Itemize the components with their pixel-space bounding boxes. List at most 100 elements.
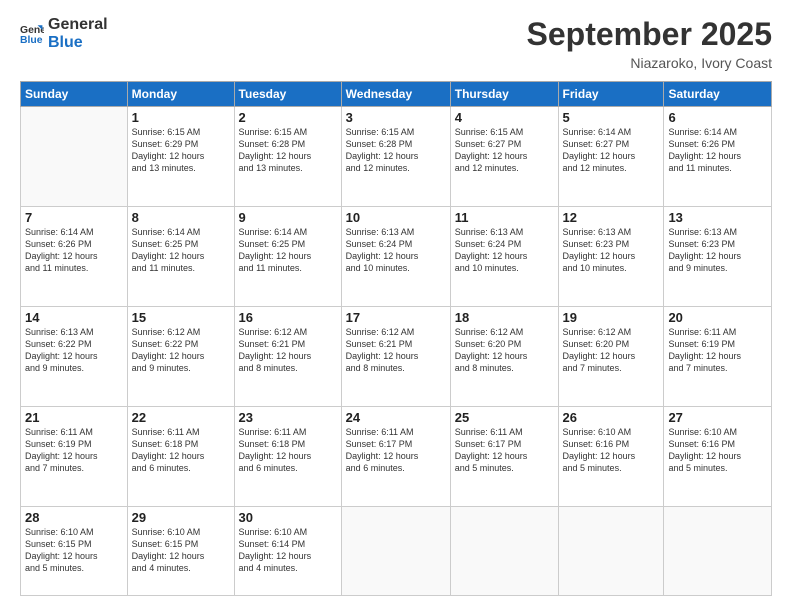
weekday-header-saturday: Saturday [664, 82, 772, 107]
cell-day-number: 8 [132, 210, 230, 225]
cell-info: Sunrise: 6:12 AMSunset: 6:21 PMDaylight:… [346, 326, 446, 375]
cell-info: Sunrise: 6:12 AMSunset: 6:21 PMDaylight:… [239, 326, 337, 375]
calendar-cell: 17Sunrise: 6:12 AMSunset: 6:21 PMDayligh… [341, 306, 450, 406]
cell-day-number: 24 [346, 410, 446, 425]
calendar-cell: 16Sunrise: 6:12 AMSunset: 6:21 PMDayligh… [234, 306, 341, 406]
header: General Blue General Blue September 2025… [20, 16, 772, 71]
cell-day-number: 17 [346, 310, 446, 325]
calendar-cell: 6Sunrise: 6:14 AMSunset: 6:26 PMDaylight… [664, 107, 772, 207]
calendar-table: SundayMondayTuesdayWednesdayThursdayFrid… [20, 81, 772, 596]
cell-info: Sunrise: 6:11 AMSunset: 6:18 PMDaylight:… [239, 426, 337, 475]
cell-info: Sunrise: 6:13 AMSunset: 6:23 PMDaylight:… [563, 226, 660, 275]
cell-info: Sunrise: 6:11 AMSunset: 6:17 PMDaylight:… [455, 426, 554, 475]
cell-info: Sunrise: 6:10 AMSunset: 6:15 PMDaylight:… [25, 526, 123, 575]
cell-day-number: 25 [455, 410, 554, 425]
calendar-cell: 3Sunrise: 6:15 AMSunset: 6:28 PMDaylight… [341, 107, 450, 207]
calendar-cell [341, 506, 450, 595]
calendar-week-row: 14Sunrise: 6:13 AMSunset: 6:22 PMDayligh… [21, 306, 772, 406]
calendar-cell: 28Sunrise: 6:10 AMSunset: 6:15 PMDayligh… [21, 506, 128, 595]
calendar-cell: 13Sunrise: 6:13 AMSunset: 6:23 PMDayligh… [664, 206, 772, 306]
cell-day-number: 16 [239, 310, 337, 325]
cell-day-number: 30 [239, 510, 337, 525]
cell-day-number: 5 [563, 110, 660, 125]
calendar-cell: 27Sunrise: 6:10 AMSunset: 6:16 PMDayligh… [664, 406, 772, 506]
calendar-week-row: 21Sunrise: 6:11 AMSunset: 6:19 PMDayligh… [21, 406, 772, 506]
calendar-cell: 24Sunrise: 6:11 AMSunset: 6:17 PMDayligh… [341, 406, 450, 506]
calendar-cell: 14Sunrise: 6:13 AMSunset: 6:22 PMDayligh… [21, 306, 128, 406]
logo-blue: Blue [48, 34, 108, 52]
cell-info: Sunrise: 6:11 AMSunset: 6:18 PMDaylight:… [132, 426, 230, 475]
cell-info: Sunrise: 6:15 AMSunset: 6:28 PMDaylight:… [346, 126, 446, 175]
cell-day-number: 11 [455, 210, 554, 225]
calendar-cell: 20Sunrise: 6:11 AMSunset: 6:19 PMDayligh… [664, 306, 772, 406]
calendar-cell: 29Sunrise: 6:10 AMSunset: 6:15 PMDayligh… [127, 506, 234, 595]
cell-day-number: 7 [25, 210, 123, 225]
cell-info: Sunrise: 6:10 AMSunset: 6:16 PMDaylight:… [668, 426, 767, 475]
calendar-cell: 21Sunrise: 6:11 AMSunset: 6:19 PMDayligh… [21, 406, 128, 506]
cell-info: Sunrise: 6:10 AMSunset: 6:16 PMDaylight:… [563, 426, 660, 475]
cell-day-number: 23 [239, 410, 337, 425]
cell-day-number: 28 [25, 510, 123, 525]
calendar-cell: 26Sunrise: 6:10 AMSunset: 6:16 PMDayligh… [558, 406, 664, 506]
cell-info: Sunrise: 6:13 AMSunset: 6:24 PMDaylight:… [455, 226, 554, 275]
cell-day-number: 14 [25, 310, 123, 325]
cell-info: Sunrise: 6:11 AMSunset: 6:19 PMDaylight:… [668, 326, 767, 375]
weekday-header-sunday: Sunday [21, 82, 128, 107]
logo: General Blue General Blue [20, 16, 108, 51]
cell-day-number: 3 [346, 110, 446, 125]
cell-info: Sunrise: 6:14 AMSunset: 6:25 PMDaylight:… [132, 226, 230, 275]
calendar-cell: 22Sunrise: 6:11 AMSunset: 6:18 PMDayligh… [127, 406, 234, 506]
weekday-header-monday: Monday [127, 82, 234, 107]
weekday-header-wednesday: Wednesday [341, 82, 450, 107]
cell-info: Sunrise: 6:14 AMSunset: 6:25 PMDaylight:… [239, 226, 337, 275]
calendar-cell: 30Sunrise: 6:10 AMSunset: 6:14 PMDayligh… [234, 506, 341, 595]
cell-info: Sunrise: 6:14 AMSunset: 6:27 PMDaylight:… [563, 126, 660, 175]
cell-info: Sunrise: 6:13 AMSunset: 6:24 PMDaylight:… [346, 226, 446, 275]
calendar-week-row: 7Sunrise: 6:14 AMSunset: 6:26 PMDaylight… [21, 206, 772, 306]
cell-day-number: 19 [563, 310, 660, 325]
month-title: September 2025 [527, 16, 772, 53]
calendar-cell: 10Sunrise: 6:13 AMSunset: 6:24 PMDayligh… [341, 206, 450, 306]
cell-day-number: 10 [346, 210, 446, 225]
calendar-cell: 23Sunrise: 6:11 AMSunset: 6:18 PMDayligh… [234, 406, 341, 506]
cell-day-number: 12 [563, 210, 660, 225]
svg-text:Blue: Blue [20, 34, 43, 45]
cell-info: Sunrise: 6:12 AMSunset: 6:22 PMDaylight:… [132, 326, 230, 375]
calendar-cell [558, 506, 664, 595]
page: General Blue General Blue September 2025… [0, 0, 792, 612]
calendar-cell: 25Sunrise: 6:11 AMSunset: 6:17 PMDayligh… [450, 406, 558, 506]
calendar-cell [21, 107, 128, 207]
calendar-cell: 19Sunrise: 6:12 AMSunset: 6:20 PMDayligh… [558, 306, 664, 406]
cell-info: Sunrise: 6:10 AMSunset: 6:15 PMDaylight:… [132, 526, 230, 575]
cell-info: Sunrise: 6:14 AMSunset: 6:26 PMDaylight:… [668, 126, 767, 175]
cell-info: Sunrise: 6:15 AMSunset: 6:28 PMDaylight:… [239, 126, 337, 175]
cell-day-number: 20 [668, 310, 767, 325]
cell-day-number: 26 [563, 410, 660, 425]
cell-day-number: 21 [25, 410, 123, 425]
calendar-cell: 1Sunrise: 6:15 AMSunset: 6:29 PMDaylight… [127, 107, 234, 207]
title-section: September 2025 Niazaroko, Ivory Coast [527, 16, 772, 71]
cell-day-number: 4 [455, 110, 554, 125]
cell-info: Sunrise: 6:15 AMSunset: 6:29 PMDaylight:… [132, 126, 230, 175]
calendar-cell: 9Sunrise: 6:14 AMSunset: 6:25 PMDaylight… [234, 206, 341, 306]
cell-info: Sunrise: 6:13 AMSunset: 6:22 PMDaylight:… [25, 326, 123, 375]
calendar-cell: 5Sunrise: 6:14 AMSunset: 6:27 PMDaylight… [558, 107, 664, 207]
cell-info: Sunrise: 6:14 AMSunset: 6:26 PMDaylight:… [25, 226, 123, 275]
calendar-cell: 8Sunrise: 6:14 AMSunset: 6:25 PMDaylight… [127, 206, 234, 306]
cell-info: Sunrise: 6:11 AMSunset: 6:17 PMDaylight:… [346, 426, 446, 475]
weekday-header-friday: Friday [558, 82, 664, 107]
calendar-week-row: 1Sunrise: 6:15 AMSunset: 6:29 PMDaylight… [21, 107, 772, 207]
calendar-cell: 2Sunrise: 6:15 AMSunset: 6:28 PMDaylight… [234, 107, 341, 207]
cell-day-number: 9 [239, 210, 337, 225]
calendar-cell: 4Sunrise: 6:15 AMSunset: 6:27 PMDaylight… [450, 107, 558, 207]
cell-day-number: 2 [239, 110, 337, 125]
weekday-header-thursday: Thursday [450, 82, 558, 107]
calendar-cell: 12Sunrise: 6:13 AMSunset: 6:23 PMDayligh… [558, 206, 664, 306]
calendar-cell [450, 506, 558, 595]
calendar-cell: 15Sunrise: 6:12 AMSunset: 6:22 PMDayligh… [127, 306, 234, 406]
cell-day-number: 6 [668, 110, 767, 125]
cell-info: Sunrise: 6:12 AMSunset: 6:20 PMDaylight:… [563, 326, 660, 375]
calendar-cell: 11Sunrise: 6:13 AMSunset: 6:24 PMDayligh… [450, 206, 558, 306]
logo-icon: General Blue [20, 22, 44, 46]
cell-day-number: 13 [668, 210, 767, 225]
